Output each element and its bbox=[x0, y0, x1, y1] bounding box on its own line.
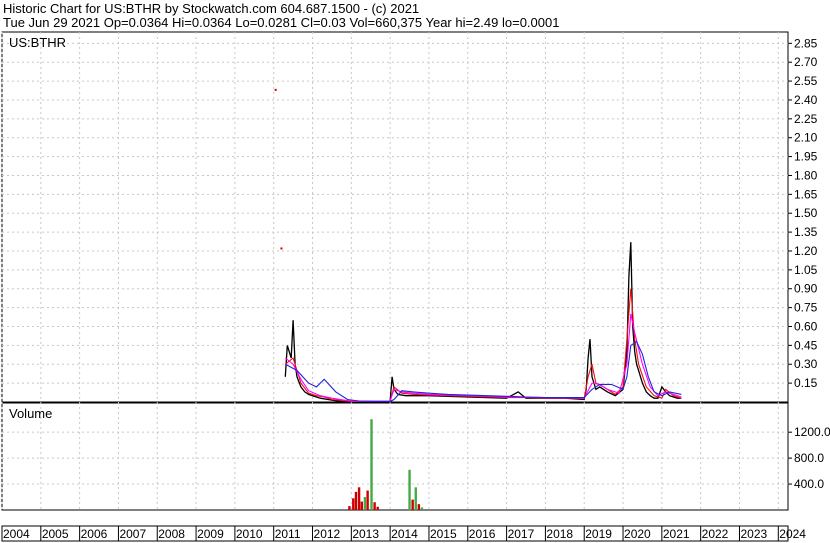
price-tick-label: 0.15 bbox=[794, 376, 818, 390]
volume-bar bbox=[354, 491, 358, 510]
price-volume-chart: 2.85 2.70 2.55 2.40 2.25 2.10 1.95 1.80 1.65 1.50… bbox=[1, 31, 830, 542]
year-tick-label: 2023 bbox=[740, 527, 767, 541]
year-tick-label: 2014 bbox=[391, 527, 418, 541]
year-tick-label: 2019 bbox=[585, 527, 612, 541]
price-tick-label: 0.90 bbox=[794, 282, 818, 296]
year-tick-label: 2022 bbox=[702, 527, 729, 541]
price-tick-label: 1.95 bbox=[794, 150, 818, 164]
volume-bar bbox=[408, 469, 411, 510]
volume-bar bbox=[411, 499, 414, 510]
volume-tick-label: 800.0 bbox=[794, 451, 824, 465]
price-tick-label: 0.60 bbox=[794, 319, 818, 333]
price-tick-label: 1.50 bbox=[794, 206, 818, 220]
price-outlier-point bbox=[280, 247, 283, 250]
volume-tick-label: 1200.0 bbox=[794, 425, 830, 439]
price-tick-label: 1.65 bbox=[794, 187, 818, 201]
volume-bar bbox=[417, 504, 421, 510]
volume-bar bbox=[357, 487, 361, 510]
volume-bar bbox=[348, 506, 351, 510]
year-tick-label: 2024 bbox=[779, 527, 806, 541]
volume-panel bbox=[1, 402, 789, 511]
price-tick-label: 2.85 bbox=[794, 36, 818, 50]
price-tick-label: 0.75 bbox=[794, 301, 818, 315]
price-panel bbox=[1, 31, 789, 403]
year-tick-label: 2021 bbox=[663, 527, 690, 541]
year-tick-label: 2012 bbox=[314, 527, 341, 541]
volume-tick-label: 400.0 bbox=[794, 477, 824, 491]
volume-bar bbox=[360, 501, 364, 510]
year-tick-label: 2016 bbox=[469, 527, 496, 541]
volume-bar bbox=[366, 490, 369, 510]
price-tick-label: 2.10 bbox=[794, 131, 818, 145]
volume-bar bbox=[370, 419, 373, 510]
price-tick-label: 0.45 bbox=[794, 338, 818, 352]
price-tick-label: 2.70 bbox=[794, 55, 818, 69]
year-tick-label: 2004 bbox=[3, 527, 30, 541]
volume-bar bbox=[352, 498, 355, 510]
price-tick-label: 0.30 bbox=[794, 357, 818, 371]
volume-bar bbox=[414, 487, 417, 510]
price-tick-label: 1.05 bbox=[794, 263, 818, 277]
year-tick-label: 2005 bbox=[42, 527, 69, 541]
year-tick-label: 2018 bbox=[546, 527, 573, 541]
year-tick-label: 2011 bbox=[275, 527, 301, 541]
volume-axis-labels: 1200.0 800.0 400.0 bbox=[788, 425, 830, 491]
price-tick-label: 1.20 bbox=[794, 244, 818, 258]
price-tick-label: 1.80 bbox=[794, 168, 818, 182]
price-tick-label: 2.55 bbox=[794, 74, 818, 88]
volume-bar bbox=[376, 506, 379, 510]
year-tick-label: 2009 bbox=[197, 527, 224, 541]
year-axis-labels: 2004 2005 2006 2007 2008 2009 2010 2011 2012 2013… bbox=[1, 526, 806, 541]
year-tick-label: 2010 bbox=[236, 527, 263, 541]
year-tick-label: 2013 bbox=[352, 527, 379, 541]
year-tick-label: 2020 bbox=[624, 527, 651, 541]
year-tick-label: 2017 bbox=[508, 527, 535, 541]
price-outlier-point bbox=[274, 88, 277, 91]
volume-bar bbox=[420, 507, 424, 510]
year-tick-label: 2006 bbox=[81, 527, 108, 541]
year-tick-label: 2015 bbox=[430, 527, 457, 541]
volume-bar bbox=[373, 502, 376, 510]
volume-label: Volume bbox=[9, 406, 52, 421]
price-tick-label: 2.25 bbox=[794, 112, 818, 126]
volume-bar bbox=[363, 497, 367, 510]
year-tick-label: 2008 bbox=[158, 527, 185, 541]
price-axis-labels: 2.85 2.70 2.55 2.40 2.25 2.10 1.95 1.80 1.65 1.50… bbox=[788, 36, 818, 390]
year-tick-label: 2007 bbox=[119, 527, 146, 541]
price-tick-label: 1.35 bbox=[794, 225, 818, 239]
price-tick-label: 2.40 bbox=[794, 93, 818, 107]
symbol-label: US:BTHR bbox=[9, 35, 66, 50]
